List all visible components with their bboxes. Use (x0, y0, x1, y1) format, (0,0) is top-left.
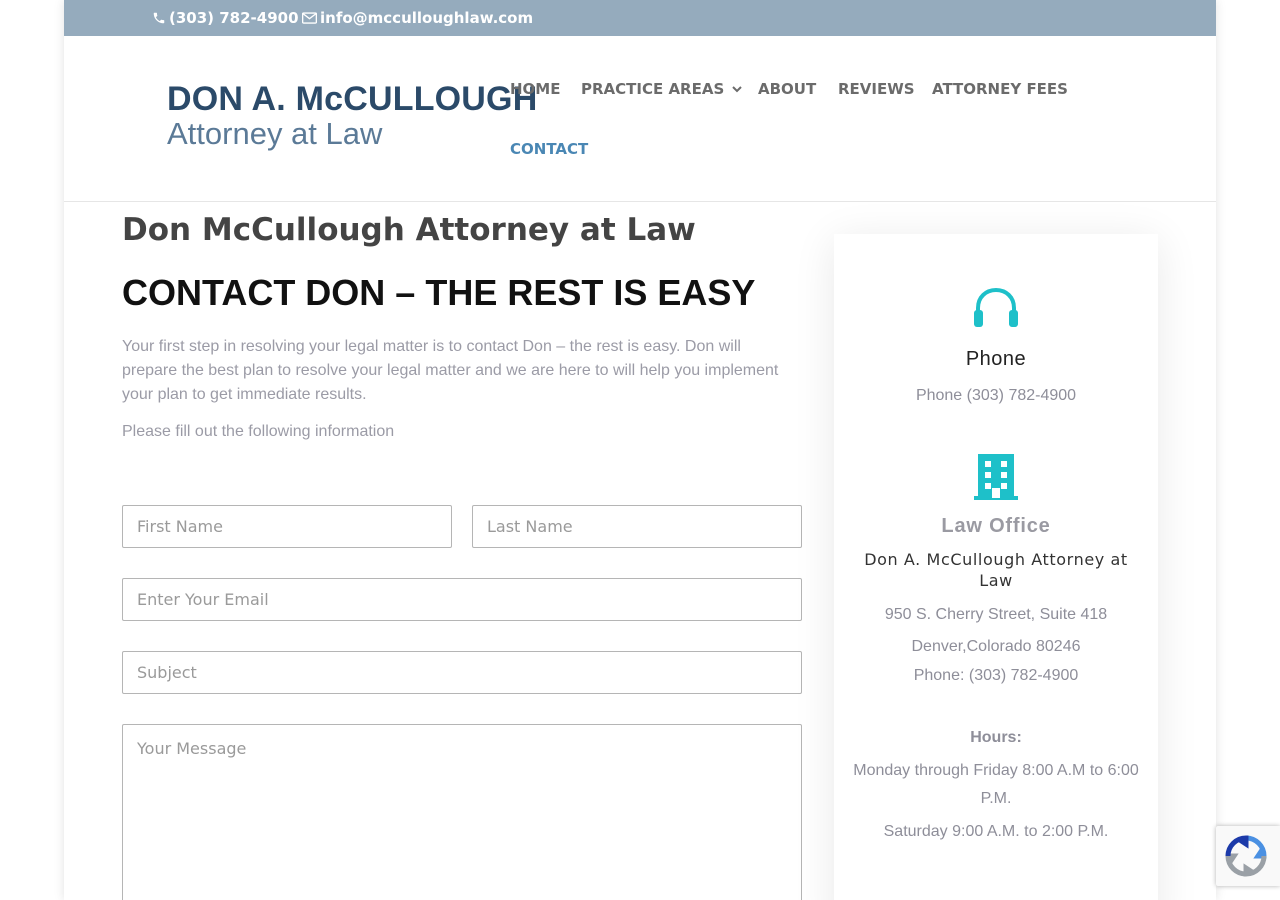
nav-practice-areas[interactable]: PRACTICE AREAS (581, 80, 742, 98)
message-textarea[interactable] (122, 724, 802, 900)
phone-text: Phone (303) 782-4900 (915, 387, 1077, 404)
envelope-icon (302, 12, 317, 24)
form-instructions: Please fill out the following informatio… (122, 423, 395, 440)
email-input[interactable] (122, 578, 802, 621)
logo-name: DON A. McCULLOUGH (167, 80, 538, 118)
contact-info-card: Phone Phone (303) 782-4900 Law Office Do… (834, 234, 1158, 900)
office-phone: Phone: (303) 782-4900 (913, 667, 1079, 684)
page-container: (303) 782-4900 info@mcculloughlaw.com DO… (64, 0, 1216, 900)
nav-attorney-fees[interactable]: ATTORNEY FEES (932, 80, 1068, 98)
site-header: DON A. McCULLOUGH Attorney at Law HOME P… (64, 36, 1216, 202)
logo-tagline: Attorney at Law (167, 116, 383, 151)
contact-heading: CONTACT DON – THE REST IS EASY (122, 272, 756, 313)
first-name-input[interactable] (122, 505, 452, 548)
office-name: Don A. McCullough Attorney at Law (864, 550, 1128, 590)
recaptcha-badge[interactable] (1216, 826, 1280, 886)
address-line2: Denver,Colorado 80246 (911, 638, 1081, 655)
phone-title: Phone (965, 348, 1027, 370)
building-icon (974, 454, 1018, 500)
hours-label: Hours: (970, 729, 1022, 746)
nav-practice-areas-label: PRACTICE AREAS (581, 80, 725, 98)
phone-icon (153, 12, 165, 24)
page-title: Don McCullough Attorney at Law (122, 212, 696, 248)
building-icon-wrap (834, 452, 1158, 502)
hours-saturday: Saturday 9:00 A.M. to 2:00 P.M. (883, 823, 1109, 840)
topbar-email-link[interactable]: info@mcculloughlaw.com (302, 9, 533, 27)
nav-home[interactable]: HOME (510, 80, 560, 98)
nav-about[interactable]: ABOUT (758, 80, 816, 98)
headset-icon (974, 287, 1018, 327)
top-bar: (303) 782-4900 info@mcculloughlaw.com (64, 0, 1216, 36)
recaptcha-icon (1225, 835, 1267, 877)
headset-icon-wrap (834, 286, 1158, 332)
nav-contact[interactable]: CONTACT (510, 140, 588, 158)
subject-input[interactable] (122, 651, 802, 694)
chevron-down-icon (732, 85, 742, 92)
hours-weekday: Monday through Friday 8:00 A.M to 6:00 P… (853, 762, 1139, 807)
topbar-email-text: info@mcculloughlaw.com (320, 9, 534, 27)
topbar-phone-link[interactable]: (303) 782-4900 (152, 9, 299, 27)
office-title: Law Office (941, 515, 1051, 537)
topbar-phone-text: (303) 782-4900 (169, 9, 299, 27)
site-logo[interactable]: DON A. McCULLOUGH Attorney at Law (167, 80, 537, 160)
nav-reviews[interactable]: REVIEWS (838, 80, 915, 98)
last-name-input[interactable] (472, 505, 802, 548)
address-line1: 950 S. Cherry Street, Suite 418 (884, 606, 1108, 623)
intro-paragraph: Your first step in resolving your legal … (122, 338, 779, 403)
